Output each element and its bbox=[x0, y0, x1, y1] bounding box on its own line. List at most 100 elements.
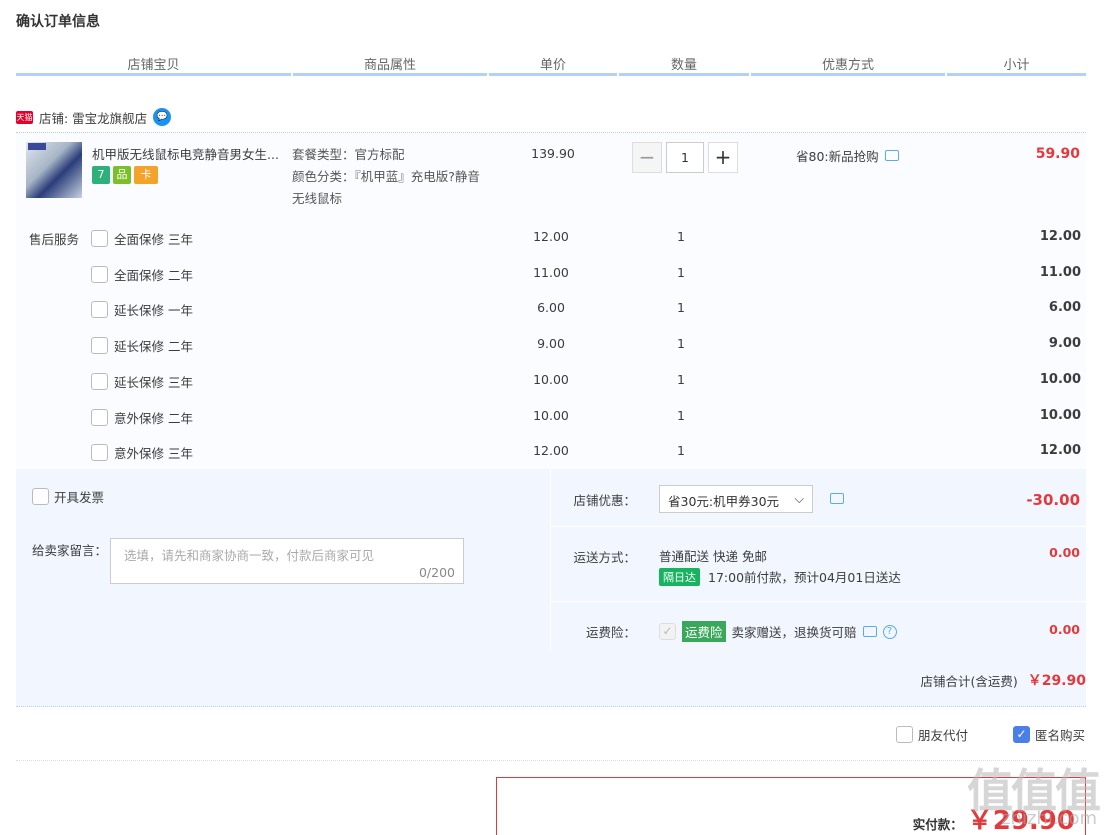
service-subtotal: 12.00 bbox=[1039, 229, 1081, 244]
service-checkbox[interactable] bbox=[91, 266, 108, 283]
product-promo: 省80:新品抢购 bbox=[796, 146, 899, 165]
discount-comment-icon[interactable] bbox=[830, 493, 844, 504]
service-qty: 1 bbox=[677, 336, 685, 351]
invoice-checkbox[interactable] bbox=[32, 488, 49, 505]
invoice-option: 开具发票 bbox=[32, 487, 104, 506]
service-qty: 1 bbox=[677, 443, 685, 458]
qty-plus-button[interactable]: + bbox=[708, 142, 738, 173]
watermark-url: zhizhi.com bbox=[1001, 808, 1097, 829]
attr-package: 套餐类型：官方标配 bbox=[292, 147, 405, 162]
quality-icon: 品 bbox=[113, 166, 131, 184]
friend-pay-checkbox[interactable] bbox=[896, 726, 913, 743]
friend-pay-label: 朋友代付 bbox=[918, 728, 969, 743]
service-checkbox[interactable] bbox=[91, 230, 108, 247]
shipping-label: 运送方式： bbox=[573, 550, 636, 565]
service-qty: 1 bbox=[677, 265, 685, 280]
chevron-down-icon: ⌵ bbox=[794, 491, 804, 506]
shipping-method: 普通配送 快递 免邮 bbox=[659, 549, 767, 564]
product-price: 139.90 bbox=[531, 146, 575, 161]
service-row: 意外保修 三年 bbox=[91, 443, 193, 462]
service-qty: 1 bbox=[677, 408, 685, 423]
friend-pay-option: 朋友代付 bbox=[896, 725, 968, 744]
service-price: 6.00 bbox=[537, 300, 565, 315]
insurance-label: 运费险： bbox=[585, 625, 636, 640]
insurance-comment-icon[interactable] bbox=[862, 626, 877, 637]
invoice-label: 开具发票 bbox=[54, 490, 105, 505]
wangwang-chat-icon[interactable]: 💬 bbox=[153, 108, 172, 126]
service-name: 全面保修 三年 bbox=[114, 232, 193, 247]
message-label: 给卖家留言： bbox=[32, 543, 108, 558]
service-row: 全面保修 三年 bbox=[91, 229, 193, 248]
shipping-eta: 17:00前付款，预计04月01日送达 bbox=[708, 570, 901, 585]
col-quantity: 数量 bbox=[619, 52, 749, 76]
service-name: 延长保修 二年 bbox=[114, 339, 193, 354]
insurance-checkbox: ✓ bbox=[659, 623, 676, 640]
qty-input[interactable]: 1 bbox=[666, 142, 704, 173]
shop-discount-amount: -30.00 bbox=[1026, 491, 1080, 509]
service-price: 12.00 bbox=[533, 443, 569, 458]
shipping-eta-row: 隔日达 17:00前付款，预计04月01日送达 bbox=[659, 567, 901, 586]
service-row: 全面保修 二年 bbox=[91, 265, 193, 284]
service-row: 意外保修 二年 bbox=[91, 408, 193, 427]
col-subtotal: 小计 bbox=[947, 52, 1086, 76]
service-subtotal: 10.00 bbox=[1039, 408, 1081, 423]
service-row: 延长保修 一年 bbox=[91, 300, 193, 319]
help-icon[interactable]: ? bbox=[882, 624, 897, 639]
shop-total-row: 店铺合计(含运费) ￥29.90 bbox=[920, 670, 1086, 690]
page-title: 确认订单信息 bbox=[16, 14, 100, 30]
tmall-icon: 天猫 bbox=[16, 110, 33, 124]
service-subtotal: 9.00 bbox=[1048, 336, 1081, 351]
service-price: 10.00 bbox=[533, 372, 569, 387]
shipping-amount: 0.00 bbox=[1049, 545, 1080, 560]
pay-label: 实付款： bbox=[912, 817, 963, 832]
anonymous-checkbox[interactable]: ✓ bbox=[1013, 726, 1030, 743]
service-price: 11.00 bbox=[533, 265, 569, 280]
service-checkbox[interactable] bbox=[91, 337, 108, 354]
shop-discount-label: 店铺优惠： bbox=[573, 493, 636, 508]
product-attributes: 套餐类型：官方标配 颜色分类：『机甲蓝』充电版?静音无线鼠标 bbox=[292, 144, 492, 210]
message-textarea[interactable]: 选填，请先和商家协商一致，付款后商家可见 0/200 bbox=[110, 538, 464, 584]
service-subtotal: 11.00 bbox=[1039, 265, 1081, 280]
shop-name[interactable]: 店铺: 雷宝龙旗舰店 bbox=[39, 108, 147, 127]
service-price: 10.00 bbox=[533, 408, 569, 423]
promo-comment-icon[interactable] bbox=[884, 150, 899, 161]
service-qty: 1 bbox=[677, 300, 685, 315]
product-title[interactable]: 机甲版无线鼠标电竞静音男女生... bbox=[92, 144, 288, 163]
thumbnail-tag bbox=[28, 143, 46, 150]
services-label: 售后服务 bbox=[29, 232, 80, 247]
insurance-badge: 运费险 bbox=[682, 621, 726, 642]
service-row: 延长保修 二年 bbox=[91, 336, 193, 355]
service-qty: 1 bbox=[677, 229, 685, 244]
service-price: 12.00 bbox=[533, 229, 569, 244]
service-checkbox[interactable] bbox=[91, 373, 108, 390]
anonymous-label: 匿名购买 bbox=[1035, 728, 1086, 743]
service-checkbox[interactable] bbox=[91, 444, 108, 461]
service-checkbox[interactable] bbox=[91, 301, 108, 318]
message-placeholder: 选填，请先和商家协商一致，付款后商家可见 bbox=[124, 548, 375, 563]
card-icon: 卡 bbox=[134, 166, 158, 184]
service-name: 全面保修 二年 bbox=[114, 268, 193, 283]
product-thumbnail[interactable] bbox=[26, 142, 82, 198]
seven-day-return-icon: 7 bbox=[92, 166, 110, 184]
qty-minus-button[interactable]: − bbox=[632, 142, 662, 173]
next-day-badge: 隔日达 bbox=[659, 567, 700, 586]
divider bbox=[16, 760, 1086, 761]
service-name: 意外保修 二年 bbox=[114, 411, 193, 426]
shop-discount-value: 省30元:机甲券30元 bbox=[668, 494, 780, 509]
col-attributes: 商品属性 bbox=[293, 52, 487, 76]
insurance-option: ✓ 运费险 卖家赠送，退换货可赔 ? bbox=[659, 621, 897, 642]
service-subtotal: 12.00 bbox=[1039, 443, 1081, 458]
shop-total-amount: ￥29.90 bbox=[1027, 673, 1086, 689]
anonymous-option: ✓ 匿名购买 bbox=[1013, 725, 1085, 744]
service-row: 延长保修 三年 bbox=[91, 372, 193, 391]
service-qty: 1 bbox=[677, 372, 685, 387]
col-unit-price: 单价 bbox=[489, 52, 617, 76]
shop-row: 天猫 店铺: 雷宝龙旗舰店 💬 bbox=[16, 106, 172, 128]
shop-discount-select[interactable]: 省30元:机甲券30元 ⌵ bbox=[659, 485, 813, 513]
service-checkbox[interactable] bbox=[91, 409, 108, 426]
col-shop-item: 店铺宝贝 bbox=[16, 52, 291, 76]
product-subtotal: 59.90 bbox=[1035, 146, 1080, 162]
service-name: 延长保修 一年 bbox=[114, 303, 193, 318]
service-price: 9.00 bbox=[537, 336, 565, 351]
product-tags: 7 品 卡 bbox=[92, 166, 158, 184]
